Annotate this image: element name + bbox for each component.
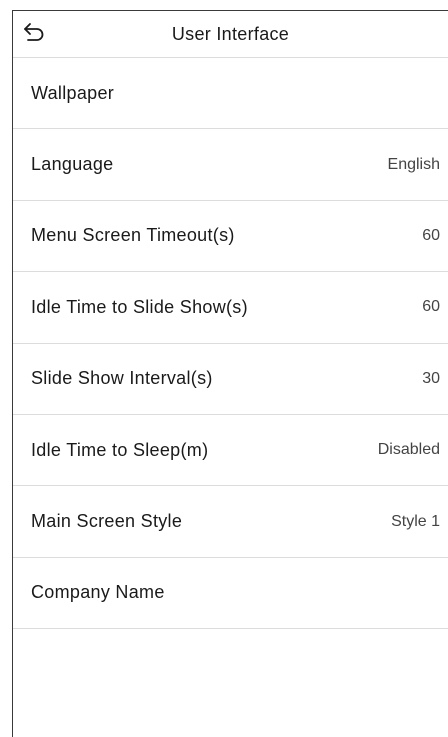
- setting-label: Wallpaper: [31, 82, 115, 103]
- user-interface-screen: User Interface Wallpaper Language Englis…: [12, 10, 448, 737]
- setting-row-idle-time-to-slide-show[interactable]: Idle Time to Slide Show(s) 60: [13, 272, 448, 344]
- setting-row-idle-time-to-sleep[interactable]: Idle Time to Sleep(m) Disabled: [13, 415, 448, 487]
- setting-row-language[interactable]: Language English: [13, 129, 448, 201]
- setting-label: Idle Time to Slide Show(s): [31, 296, 248, 317]
- setting-label: Company Name: [31, 582, 165, 603]
- setting-row-wallpaper[interactable]: Wallpaper: [13, 58, 448, 130]
- setting-label: Menu Screen Timeout(s): [31, 225, 235, 246]
- setting-label: Main Screen Style: [31, 511, 183, 532]
- setting-row-menu-screen-timeout[interactable]: Menu Screen Timeout(s) 60: [13, 201, 448, 273]
- setting-value: 60: [422, 298, 440, 316]
- setting-value: Style 1: [391, 512, 440, 530]
- page-title: User Interface: [171, 23, 290, 44]
- back-button[interactable]: [21, 21, 47, 47]
- header-bar: User Interface: [13, 11, 448, 58]
- setting-label: Slide Show Interval(s): [31, 368, 213, 389]
- setting-value: Disabled: [377, 441, 440, 459]
- settings-list: Wallpaper Language English Menu Screen T…: [13, 58, 448, 630]
- setting-value: 30: [422, 369, 440, 387]
- setting-label: Language: [31, 154, 114, 175]
- setting-row-main-screen-style[interactable]: Main Screen Style Style 1: [13, 486, 448, 558]
- setting-label: Idle Time to Sleep(m): [31, 439, 209, 460]
- setting-row-company-name[interactable]: Company Name: [13, 558, 448, 630]
- back-arrow-icon: [23, 22, 45, 47]
- setting-row-slide-show-interval[interactable]: Slide Show Interval(s) 30: [13, 344, 448, 415]
- setting-value: 60: [422, 226, 440, 244]
- setting-value: English: [387, 155, 440, 173]
